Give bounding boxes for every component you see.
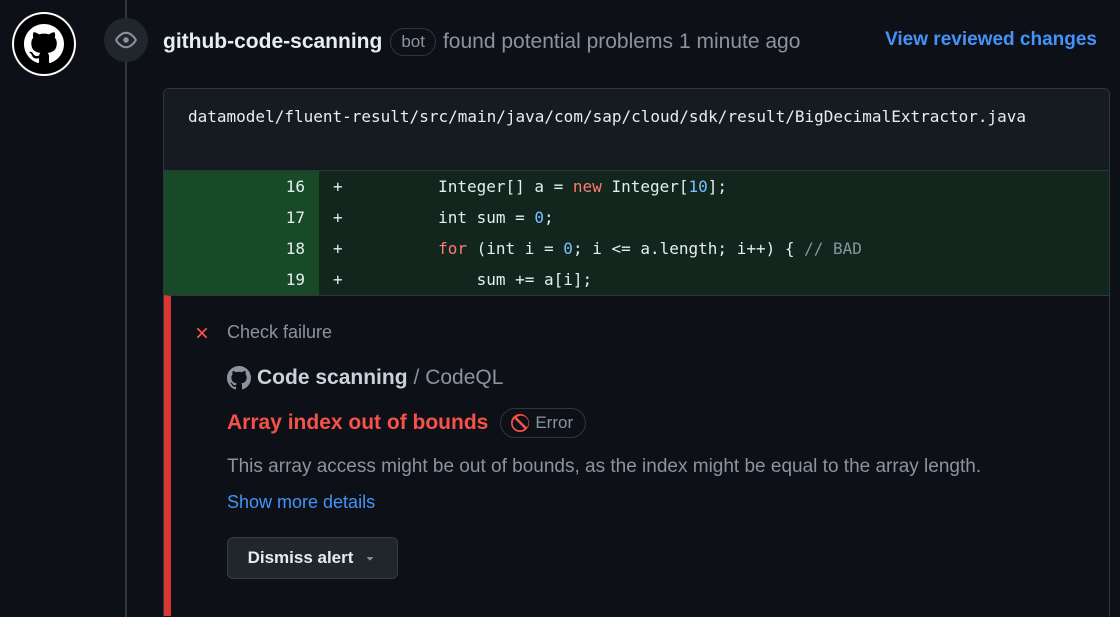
code-token: Integer[ [601,177,689,196]
alert-title[interactable]: Array index out of bounds [227,411,488,435]
code-token: sum += a[i]; [476,270,593,289]
scanner-tool: / CodeQL [413,366,504,389]
diff-add-marker: + [333,239,343,258]
code-token: // BAD [804,239,862,258]
stop-icon [511,414,530,432]
avatar-inner [14,14,74,74]
dismiss-alert-label: Dismiss alert [247,548,354,567]
check-status: Check failure [193,322,332,343]
check-status-label: Check failure [227,322,333,342]
review-eye-badge [104,18,148,62]
code-token: for [438,239,467,258]
page: github-code-scanning bot found potential… [0,0,1120,617]
code-token: ; [544,208,554,227]
code-token: int sum = [438,208,535,227]
dismiss-alert-button[interactable]: Dismiss alert [227,537,398,579]
line-number[interactable]: 17 [164,202,319,233]
code-token: 10 [688,177,708,196]
code-token: ; i <= a.length; i++) { [572,239,805,258]
x-icon [193,324,211,342]
show-more-details-link[interactable]: Show more details [227,492,375,513]
scanner-name: Code scanning [257,366,408,389]
code-content: + int sum = 0; [319,202,1109,233]
code-token: Integer[] a = [438,177,573,196]
review-timestamp[interactable]: 1 minute ago [679,30,800,54]
diff-add-marker: + [333,270,343,289]
code-content: + sum += a[i]; [319,264,1109,295]
github-logo-icon [227,366,251,390]
code-token: 0 [534,208,545,227]
diff-add-marker: + [333,208,343,227]
timeline-line [125,0,127,617]
triangle-down-icon [363,551,377,565]
code-token: 0 [563,239,573,258]
line-number[interactable]: 16 [164,171,319,202]
diff-line[interactable]: 17 + int sum = 0; [164,202,1109,233]
alert-description: This array access might be out of bounds… [227,456,982,477]
diff-line[interactable]: 18 + for (int i = 0; i <= a.length; i++) … [164,233,1109,264]
diff-code-lines: 16 + Integer[] a = new Integer[10]; 17 + in… [164,171,1109,295]
file-path[interactable]: datamodel/fluent-result/src/main/java/co… [164,89,1109,171]
bot-badge: bot [390,28,436,56]
avatar[interactable] [12,12,76,76]
scanner-info: Code scanning / CodeQL [227,366,503,390]
diff-line[interactable]: 19 + sum += a[i]; [164,264,1109,295]
line-number[interactable]: 19 [164,264,319,295]
eye-icon [115,31,137,49]
review-comment-card: datamodel/fluent-result/src/main/java/co… [163,88,1110,617]
author-link[interactable]: github-code-scanning [163,30,382,54]
review-header: github-code-scanning bot found potential… [163,26,800,58]
view-reviewed-changes-link[interactable]: View reviewed changes [885,29,1097,51]
alert-title-row: Array index out of bounds Error [227,408,587,438]
diff-add-marker: + [333,177,343,196]
github-logo-icon [24,24,64,64]
code-scanning-alert: Check failure Code scanning / CodeQL Arr… [164,295,1109,616]
diff-line[interactable]: 16 + Integer[] a = new Integer[10]; [164,171,1109,202]
code-content: + for (int i = 0; i <= a.length; i++) { … [319,233,1109,264]
code-token: ]; [707,177,728,196]
code-content: + Integer[] a = new Integer[10]; [319,171,1109,202]
code-token: new [572,177,602,196]
severity-label: Error [535,413,574,432]
code-token: (int i = [466,239,564,258]
severity-badge: Error [500,408,587,438]
review-action-text: found potential problems [442,30,673,53]
line-number[interactable]: 18 [164,233,319,264]
